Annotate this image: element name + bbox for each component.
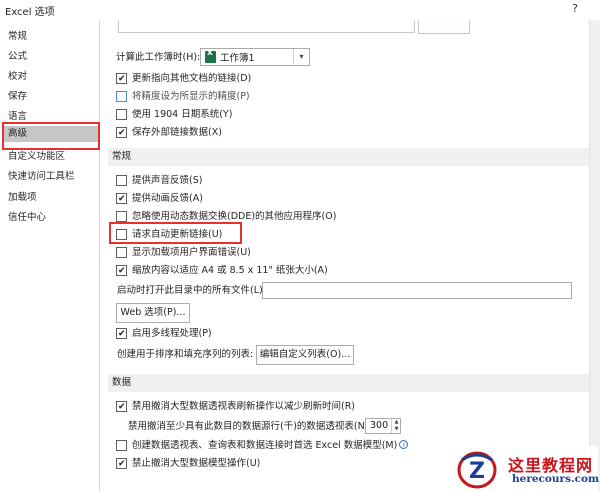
option-label: 更新指向其他文档的链接(D) xyxy=(132,73,252,84)
sidebar-item-trust-center[interactable]: 信任中心 xyxy=(8,210,46,226)
checkbox[interactable] xyxy=(116,175,127,186)
logo-emblem-icon: Z xyxy=(457,451,497,489)
sidebar-item-addins[interactable]: 加载项 xyxy=(8,190,37,206)
min-rows-label: 禁用撤消至少具有此数目的数据源行(千)的数据透视表(N): xyxy=(128,421,372,432)
spinner-arrows-icon[interactable]: ▲ ▼ xyxy=(391,419,401,433)
checkbox[interactable] xyxy=(116,191,127,207)
sidebar-item-save[interactable]: 保存 xyxy=(8,89,27,105)
watermark-text-en: herecours.com xyxy=(512,473,600,485)
checkbox[interactable] xyxy=(116,211,127,222)
checkbox[interactable] xyxy=(116,440,127,451)
sidebar-item-advanced[interactable]: 高级 xyxy=(2,126,99,142)
workbook-select[interactable]: 工作簿1 ▾ xyxy=(200,48,310,66)
option-label: 使用 1904 日期系统(Y) xyxy=(132,109,233,120)
option-label: 提供声音反馈(S) xyxy=(132,175,203,186)
custom-lists-label: 创建用于排序和填充序列的列表: xyxy=(117,349,254,360)
sidebar-item-language[interactable]: 语言 xyxy=(8,109,27,125)
partial-field xyxy=(118,20,415,33)
sidebar-item-general[interactable]: 常规 xyxy=(8,29,27,45)
option-label: 缩放内容以适应 A4 或 8.5 x 11" 纸张大小(A) xyxy=(132,265,328,276)
sidebar-item-customize-ribbon[interactable]: 自定义功能区 xyxy=(8,149,65,165)
web-options-button[interactable]: Web 选项(P)... xyxy=(116,303,190,323)
checkbox[interactable] xyxy=(116,399,127,415)
chevron-down-icon: ▾ xyxy=(293,49,309,65)
excel-workbook-icon xyxy=(205,48,216,63)
section-header-data: 数据 xyxy=(108,374,589,392)
vertical-scrollbar[interactable] xyxy=(589,20,600,491)
checkbox[interactable] xyxy=(116,263,127,279)
sidebar: 常规 公式 校对 保存 语言 高级 自定义功能区 快速访问工具栏 加载项 信任中… xyxy=(0,20,100,491)
title-bar: Excel 选项 ? xyxy=(0,0,600,20)
edit-custom-lists-button[interactable]: 编辑自定义列表(O)... xyxy=(256,345,354,365)
option-label: 将精度设为所显示的精度(P) xyxy=(132,91,250,102)
option-label: 忽略使用动态数据交换(DDE)的其他应用程序(O) xyxy=(132,211,337,222)
checkbox[interactable] xyxy=(116,229,127,240)
option-label-text: 创建数据透视表、查询表和数据连接时首选 Excel 数据模型(M) xyxy=(132,440,398,451)
workbook-select-value: 工作簿1 xyxy=(220,53,255,64)
startup-folder-input[interactable] xyxy=(262,282,572,299)
window-title: Excel 选项 xyxy=(5,7,55,18)
option-label: 禁止撤消大型数据模型操作(U) xyxy=(132,458,261,469)
option-label: 保存外部链接数据(X) xyxy=(132,127,222,138)
checkbox[interactable] xyxy=(116,247,127,258)
checkbox[interactable] xyxy=(116,326,127,342)
section-title: 数据 xyxy=(112,377,132,388)
watermark-logo: Z 这里教程网 herecours.com xyxy=(452,446,600,491)
section-title: 常规 xyxy=(112,151,132,162)
sidebar-item-formulas[interactable]: 公式 xyxy=(8,49,27,65)
checkbox[interactable] xyxy=(116,456,127,472)
option-label: 请求自动更新链接(U) xyxy=(132,229,223,240)
info-icon[interactable]: i xyxy=(399,440,409,449)
startup-folder-label: 启动时打开此目录中的所有文件(L): xyxy=(117,285,266,296)
svg-text:Z: Z xyxy=(469,459,485,484)
sidebar-item-quick-access[interactable]: 快速访问工具栏 xyxy=(8,169,75,185)
option-label: 启用多线程处理(P) xyxy=(132,328,212,339)
checkbox[interactable] xyxy=(116,91,127,102)
option-label: 提供动画反馈(A) xyxy=(132,193,203,204)
min-rows-value: 300 xyxy=(370,420,389,431)
workbook-calc-label: 计算此工作簿时(H): xyxy=(116,52,201,63)
partial-button xyxy=(418,20,470,34)
option-label: 创建数据透视表、查询表和数据连接时首选 Excel 数据模型(M) i xyxy=(132,438,409,454)
sidebar-item-proofing[interactable]: 校对 xyxy=(8,69,27,85)
checkbox[interactable] xyxy=(116,71,127,87)
section-header-general: 常规 xyxy=(108,148,589,166)
option-label: 禁用撤消大型数据透视表刷新操作以减少刷新时间(R) xyxy=(132,401,356,412)
checkbox[interactable] xyxy=(116,125,127,141)
option-label: 显示加载项用户界面错误(U) xyxy=(132,247,251,258)
checkbox[interactable] xyxy=(116,109,127,120)
help-button[interactable]: ? xyxy=(568,2,582,16)
min-rows-spinner[interactable]: 300 ▲ ▼ xyxy=(365,418,401,434)
